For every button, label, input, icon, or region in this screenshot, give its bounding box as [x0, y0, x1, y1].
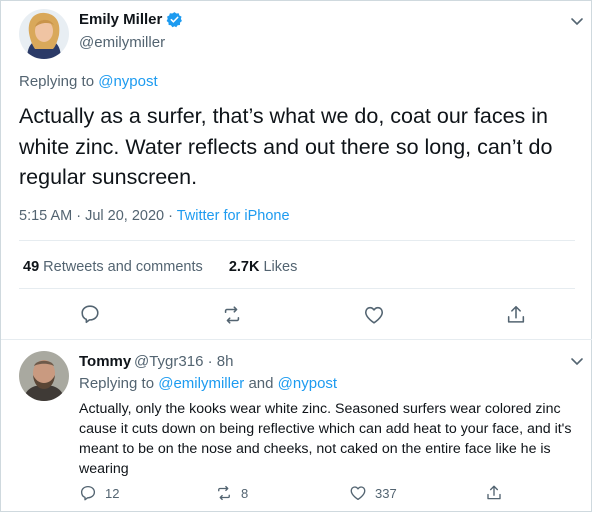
retweets-count: 49	[23, 259, 40, 275]
retweet-count: 8	[241, 485, 249, 501]
replying-and: and	[244, 375, 278, 392]
thread-divider	[1, 339, 592, 340]
replying-prefix: Replying to	[19, 73, 99, 90]
reply-count: 12	[105, 485, 120, 501]
tweet-timestamp[interactable]: 5:15 AM · Jul 20, 2020 ·	[19, 208, 177, 224]
divider	[19, 288, 575, 289]
likes-label: Likes	[259, 259, 298, 275]
likes-stat[interactable]: 2.7K Likes	[229, 259, 298, 275]
reply-replying-to: Replying to @emilymiller and @nypost	[79, 375, 337, 392]
like-count: 337	[375, 485, 397, 501]
heart-icon[interactable]	[363, 304, 385, 326]
like-action[interactable]: 337	[349, 484, 397, 502]
replying-to: Replying to @nypost	[19, 73, 158, 90]
reply-author-avatar[interactable]	[19, 351, 69, 401]
chevron-down-icon[interactable]	[569, 13, 585, 29]
tweet-stats: 49 Retweets and comments 2.7K Likes	[23, 259, 297, 275]
reply-author-handle[interactable]: @Tygr316 · 8h	[134, 353, 233, 370]
replying-prefix: Replying to	[79, 375, 159, 392]
author-handle[interactable]: @emilymiller	[79, 34, 165, 51]
replying-to-link[interactable]: @nypost	[98, 73, 157, 90]
tweet-text: Actually as a surfer, that’s what we do,…	[19, 104, 553, 189]
author-avatar[interactable]	[19, 9, 69, 59]
tweet-meta: 5:15 AM · Jul 20, 2020 · Twitter for iPh…	[19, 208, 290, 224]
retweets-label: Retweets and comments	[39, 259, 203, 275]
reply-icon	[80, 485, 96, 501]
author-name[interactable]: Emily Miller	[79, 11, 162, 28]
reply-text: Actually, only the kooks wear white zinc…	[79, 401, 572, 477]
share-icon[interactable]	[505, 304, 527, 326]
retweets-stat[interactable]: 49 Retweets and comments	[23, 259, 203, 275]
likes-count: 2.7K	[228, 259, 260, 275]
reply-action[interactable]: 12	[79, 484, 119, 502]
tweet-thread-window: Emily Miller @emilymiller Replying to @n…	[0, 0, 592, 512]
share-action[interactable]	[485, 484, 503, 502]
divider	[19, 240, 575, 241]
verified-badge-icon	[166, 11, 183, 28]
reply-author-name[interactable]: Tommy	[79, 353, 131, 370]
heart-icon	[350, 486, 366, 501]
retweet-icon	[218, 485, 230, 501]
reply-icon[interactable]	[79, 303, 101, 325]
replying-to-link[interactable]: @emilymiller	[158, 375, 244, 392]
replying-to-link[interactable]: @nypost	[278, 375, 337, 392]
retweet-icon[interactable]	[221, 304, 243, 326]
share-icon	[487, 485, 501, 500]
tweet-source[interactable]: Twitter for iPhone	[177, 208, 290, 224]
chevron-down-icon[interactable]	[569, 353, 585, 369]
retweet-action[interactable]: 8	[215, 484, 248, 502]
